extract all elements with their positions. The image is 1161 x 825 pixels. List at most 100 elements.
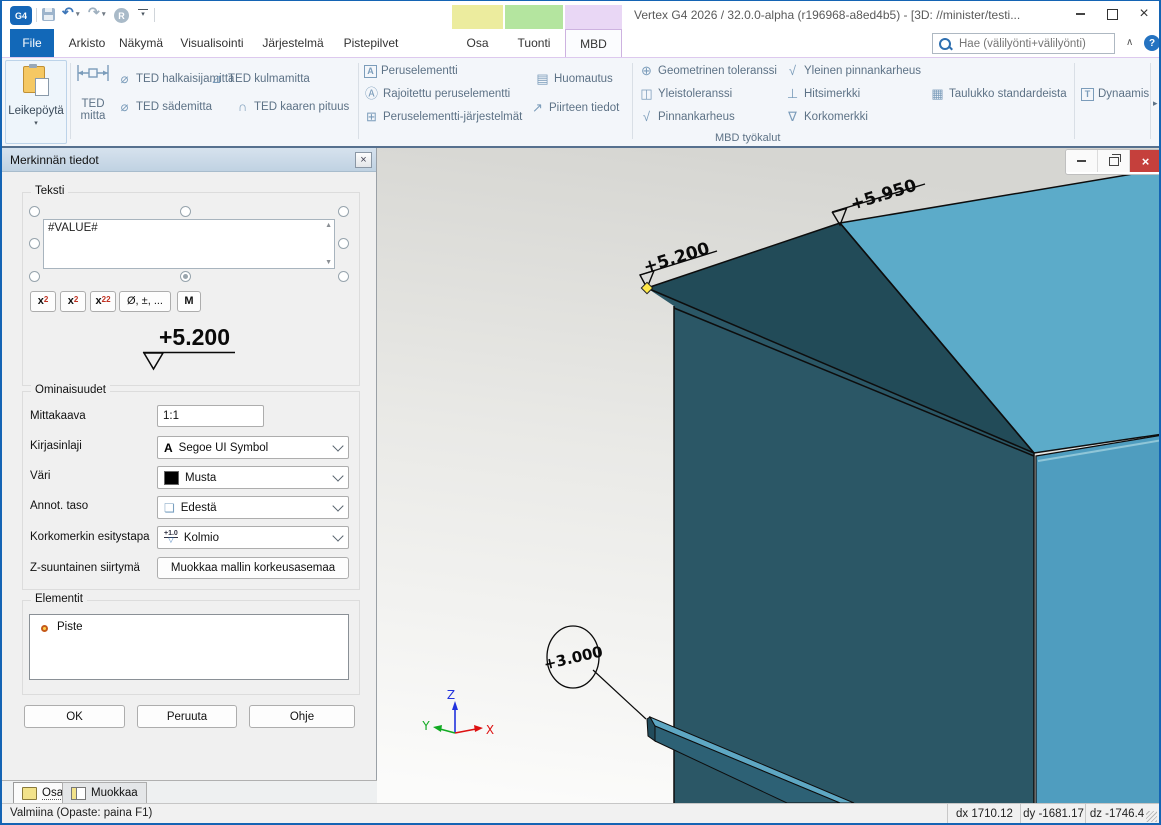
undo-caret-icon[interactable]: ▾ bbox=[76, 10, 80, 18]
x-axis-label: X bbox=[486, 723, 494, 737]
panel-tab-muokkaa[interactable]: Muokkaa bbox=[62, 782, 147, 803]
anchor-radio-top-left[interactable] bbox=[29, 206, 40, 217]
tab-jarjestelma[interactable]: Järjestelmä bbox=[257, 29, 329, 57]
kirjasinlaji-select[interactable]: A Segoe UI Symbol bbox=[157, 436, 349, 459]
help-button[interactable]: Ohje bbox=[249, 705, 355, 728]
anchor-radio-top-right[interactable] bbox=[338, 206, 349, 217]
tab-file[interactable]: File bbox=[10, 29, 54, 57]
ted-kaaren-pituus-button[interactable]: ∩ TED kaaren pituus bbox=[235, 99, 349, 115]
close-button[interactable]: × bbox=[1130, 3, 1158, 25]
app-logo-icon[interactable]: G4 bbox=[10, 6, 32, 25]
symbols-button[interactable]: Ø, ±, ... bbox=[119, 291, 171, 312]
item-label: TED kaaren pituus bbox=[254, 101, 349, 113]
cancel-button[interactable]: Peruuta bbox=[137, 705, 237, 728]
app-window: G4 ↶ ▾ ↷ ▾ R ▾ Vertex G4 2026 / 32.0.0-a… bbox=[0, 0, 1161, 825]
peruselementti-jarjestelmat-button[interactable]: ⊞ Peruselementti-järjestelmät bbox=[364, 109, 522, 125]
search-input[interactable] bbox=[957, 37, 1108, 51]
tab-pistepilvet[interactable]: Pistepilvet bbox=[337, 29, 405, 57]
anchor-radio-bottom-right[interactable] bbox=[338, 271, 349, 282]
korkomerkki-button[interactable]: ∇ Korkomerkki bbox=[785, 109, 868, 125]
piirteen-tiedot-button[interactable]: ↗ Piirteen tiedot bbox=[530, 100, 619, 116]
ted-sademitta-button[interactable]: ⌀ TED sädemitta bbox=[117, 99, 212, 115]
item-label: Dynaamis bbox=[1098, 88, 1149, 100]
restore-icon bbox=[1109, 157, 1119, 166]
kirjasinlaji-label: Kirjasinlaji bbox=[30, 440, 82, 452]
elements-list[interactable]: Piste bbox=[29, 614, 349, 680]
tab-nakyma[interactable]: Näkymä bbox=[115, 29, 167, 57]
tab-mbd[interactable]: MBD bbox=[565, 29, 622, 57]
angle-icon: ⊿ bbox=[209, 72, 224, 86]
group-separator bbox=[1150, 63, 1151, 139]
chevron-down-icon bbox=[332, 500, 343, 511]
toolbar-overflow-icon[interactable]: ▾ bbox=[138, 9, 148, 18]
dynaamis-button[interactable]: T Dynaamis bbox=[1081, 86, 1149, 102]
ominaisuudet-caption: Ominaisuudet bbox=[31, 384, 110, 396]
ted-kulmamitta-button[interactable]: ⊿ TED kulmamitta bbox=[209, 71, 310, 87]
ted-mitta-button[interactable]: TED mitta bbox=[72, 60, 114, 140]
maximize-button[interactable] bbox=[1098, 3, 1126, 25]
korkomerkin-esitystapa-select[interactable]: +1.0 ▽ Kolmio bbox=[157, 526, 349, 549]
vari-label: Väri bbox=[30, 470, 50, 482]
annotation-preview-text: +5.200 bbox=[122, 324, 267, 351]
help-icon[interactable]: ? bbox=[1144, 35, 1160, 51]
diameter-icon: ⌀ bbox=[117, 72, 132, 86]
resize-grip[interactable] bbox=[1146, 811, 1157, 822]
minimize-button[interactable] bbox=[1066, 3, 1094, 25]
mdi-minimize-button[interactable] bbox=[1066, 150, 1097, 172]
peruselementti-button[interactable]: A Peruselementti bbox=[364, 63, 458, 79]
yleistoleranssi-button[interactable]: ◫ Yleistoleranssi bbox=[639, 86, 732, 102]
anchor-radio-bottom-left[interactable] bbox=[29, 271, 40, 282]
scroll-down-icon[interactable]: ▼ bbox=[325, 259, 332, 266]
fmt-base: Ø, ±, ... bbox=[127, 295, 163, 307]
redo-caret-icon[interactable]: ▾ bbox=[102, 10, 106, 18]
subscript-button[interactable]: x2 bbox=[60, 291, 86, 312]
tab-osa[interactable]: Osa bbox=[452, 29, 503, 57]
clipboard-label: Leikepöytä bbox=[6, 105, 66, 117]
muokkaa-korkeusasemaa-button[interactable]: Muokkaa mallin korkeusasemaa bbox=[157, 557, 349, 579]
m-button[interactable]: M bbox=[177, 291, 201, 312]
model-viewport[interactable]: +5.950 +5.200 +3.000 Z bbox=[377, 148, 1161, 803]
pinnankarheus-button[interactable]: √ Pinnankarheus bbox=[639, 109, 735, 125]
model-right-wall[interactable] bbox=[1036, 435, 1161, 803]
undo-button[interactable]: ↶ bbox=[62, 4, 74, 21]
redo-button[interactable]: ↷ bbox=[88, 4, 100, 21]
list-item[interactable]: Piste bbox=[57, 621, 83, 633]
ribbon-tab-row: File Arkisto Näkymä Visualisointi Järjes… bbox=[2, 29, 1159, 58]
tab-visualisointi[interactable]: Visualisointi bbox=[174, 29, 250, 57]
save-icon[interactable] bbox=[42, 8, 55, 21]
mdi-close-button[interactable]: × bbox=[1129, 150, 1161, 172]
title-bar: G4 ↶ ▾ ↷ ▾ R ▾ Vertex G4 2026 / 32.0.0-a… bbox=[2, 1, 1159, 29]
rajoitettu-peruselementti-button[interactable]: Ⓐ Rajoitettu peruselementti bbox=[364, 86, 510, 102]
dialog-close-button[interactable]: × bbox=[355, 152, 372, 168]
r-button[interactable]: R bbox=[114, 8, 129, 23]
annot-taso-select[interactable]: ❏ Edestä bbox=[157, 496, 349, 519]
search-icon bbox=[939, 38, 951, 50]
anchor-radio-mid-left[interactable] bbox=[29, 238, 40, 249]
tab-tuonti[interactable]: Tuonti bbox=[505, 29, 563, 57]
annotation-text-input[interactable]: #VALUE# bbox=[44, 220, 334, 268]
maximize-icon bbox=[1107, 9, 1118, 20]
huomautus-button[interactable]: ▤ Huomautus bbox=[535, 71, 613, 87]
superscript-button[interactable]: x2 bbox=[30, 291, 56, 312]
ribbon-overflow-arrow-icon[interactable]: ▸ bbox=[1153, 98, 1158, 109]
mdi-restore-button[interactable] bbox=[1097, 150, 1129, 172]
tab-arkisto[interactable]: Arkisto bbox=[62, 29, 112, 57]
taulukko-standardeista-button[interactable]: ▦ Taulukko standardeista bbox=[930, 86, 1067, 102]
ok-button[interactable]: OK bbox=[24, 705, 125, 728]
clipboard-button[interactable]: Leikepöytä ▾ bbox=[5, 60, 67, 144]
hitsimerkki-button[interactable]: ⊥ Hitsimerkki bbox=[785, 86, 860, 102]
anchor-radio-mid-right[interactable] bbox=[338, 238, 349, 249]
scroll-up-icon[interactable]: ▲ bbox=[325, 222, 332, 229]
yleinen-pinnankarheus-button[interactable]: √ Yleinen pinnankarheus bbox=[785, 63, 921, 79]
anchor-radio-top-center[interactable] bbox=[180, 206, 191, 217]
minimize-icon bbox=[1077, 160, 1086, 162]
anchor-radio-bottom-center[interactable] bbox=[180, 271, 191, 282]
mittakaava-input[interactable] bbox=[158, 406, 263, 426]
group-separator bbox=[358, 63, 359, 139]
super-subscript-button[interactable]: x22 bbox=[90, 291, 116, 312]
search-box[interactable] bbox=[932, 33, 1115, 54]
geometrinen-toleranssi-button[interactable]: ⊕ Geometrinen toleranssi bbox=[639, 63, 777, 79]
vari-select[interactable]: Musta bbox=[157, 466, 349, 489]
dialog-title-bar[interactable]: Merkinnän tiedot × bbox=[2, 148, 376, 172]
ribbon-collapse-icon[interactable]: ∧ bbox=[1126, 37, 1133, 48]
